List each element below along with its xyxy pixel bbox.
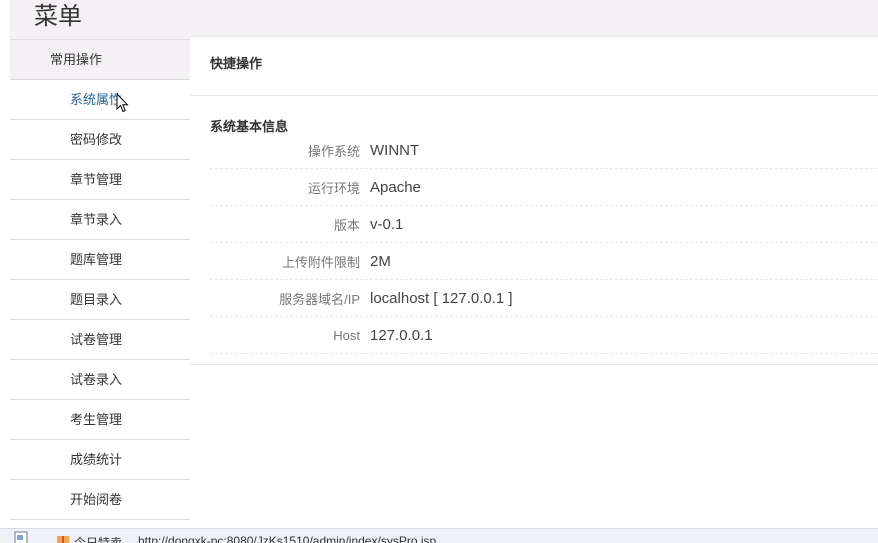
info-value: localhost [ 127.0.0.1 ] <box>370 289 513 307</box>
info-label: Host <box>333 327 360 343</box>
menu-item-system-properties[interactable]: 系统属性 <box>10 80 190 120</box>
menu-item-label: 密码修改 <box>70 132 123 147</box>
quick-actions-section: 快捷操作 <box>190 36 878 96</box>
menu-item-start-grading[interactable]: 开始阅卷 <box>10 480 190 520</box>
menu-item-password-change[interactable]: 密码修改 <box>10 120 190 160</box>
info-row-upload-limit: 上传附件限制 2M <box>210 243 878 280</box>
menu-item-label: 题目录入 <box>70 292 123 307</box>
system-info-section: 系统基本信息 操作系统 WINNT 运行环境 Apache 版本 v-0.1 上… <box>190 96 878 365</box>
main-content: 快捷操作 系统基本信息 操作系统 WINNT 运行环境 Apache 版本 v-… <box>190 36 878 365</box>
mouse-cursor-icon <box>116 93 129 113</box>
menu-item-examinee-management[interactable]: 考生管理 <box>10 400 190 440</box>
menu-item-score-statistics[interactable]: 成绩统计 <box>10 440 190 480</box>
info-row-host: Host 127.0.0.1 <box>210 317 878 354</box>
info-value: WINNT <box>370 141 420 159</box>
quick-actions-title: 快捷操作 <box>210 56 263 71</box>
info-row-runtime: 运行环境 Apache <box>210 169 878 206</box>
menu-item-paper-management[interactable]: 试卷管理 <box>10 320 190 360</box>
menu-item-paper-entry[interactable]: 试卷录入 <box>10 360 190 400</box>
menu-item-chapter-management[interactable]: 章节管理 <box>10 160 190 200</box>
menu-item-chapter-entry[interactable]: 章节录入 <box>10 200 190 240</box>
sidebar: 菜单 常用操作 系统属性 密码修改 章节管理 章节录入 题库管理 题目录入 试卷… <box>10 0 190 528</box>
menu-item-label: 试卷管理 <box>70 332 123 347</box>
menu-item-question-bank-management[interactable]: 题库管理 <box>10 240 190 280</box>
info-value: v-0.1 <box>370 215 404 233</box>
menu-item-label: 试卷录入 <box>70 372 123 387</box>
info-label: 服务器域名/IP <box>279 291 360 307</box>
system-info-title: 系统基本信息 <box>210 119 289 134</box>
info-value: Apache <box>370 178 421 196</box>
info-row-server-domain: 服务器域名/IP localhost [ 127.0.0.1 ] <box>210 280 878 317</box>
info-row-os: 操作系统 WINNT <box>210 132 878 169</box>
info-row-version: 版本 v-0.1 <box>210 206 878 243</box>
menu-item-label: 题库管理 <box>70 252 123 267</box>
info-label: 上传附件限制 <box>281 254 360 270</box>
sidebar-title: 菜单 <box>10 0 190 40</box>
info-value: 2M <box>370 252 391 270</box>
page-icon <box>14 531 28 543</box>
menu-item-label: 章节录入 <box>70 212 123 227</box>
menu-item-label: 开始阅卷 <box>70 492 123 507</box>
menu-item-label: 章节管理 <box>70 172 123 187</box>
info-label: 运行环境 <box>307 180 360 196</box>
top-bar <box>190 0 878 37</box>
menu-item-question-entry[interactable]: 题目录入 <box>10 280 190 320</box>
menu-item-label: 考生管理 <box>70 412 123 427</box>
browser-status-bar: 今日特卖 http://dongxk-pc:8080/JzKs1510/admi… <box>0 528 878 543</box>
info-label: 操作系统 <box>307 143 360 159</box>
menu-item-label: 成绩统计 <box>70 452 123 467</box>
info-value: 127.0.0.1 <box>370 326 433 344</box>
info-label: 版本 <box>333 217 360 233</box>
menu-item-label: 系统属性 <box>70 92 123 107</box>
menu-group-header[interactable]: 常用操作 <box>10 40 190 80</box>
